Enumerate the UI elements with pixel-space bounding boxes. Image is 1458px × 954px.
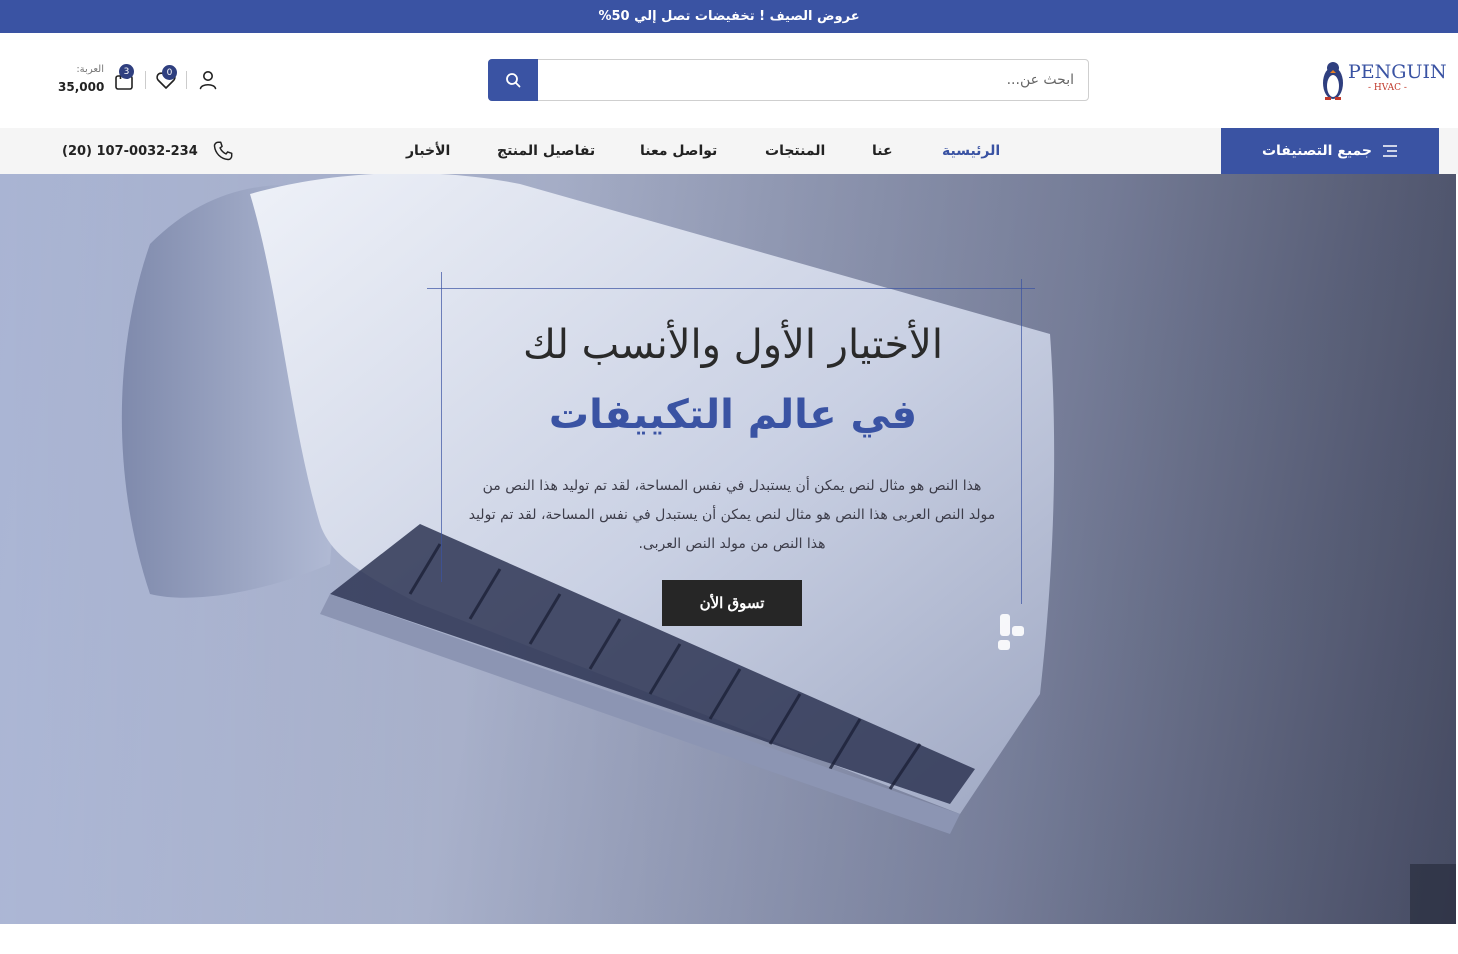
search-button[interactable] <box>488 59 538 101</box>
divider <box>186 71 187 89</box>
divider <box>145 71 146 89</box>
shop-now-button[interactable]: تسوق الأن <box>662 580 802 626</box>
nav-item-products[interactable]: المنتجات <box>765 128 825 174</box>
cart-count-badge: 3 <box>119 64 134 79</box>
all-categories-button[interactable]: جميع التصنيفات <box>1221 128 1439 174</box>
promo-bar: عروض الصيف ! تخفيضات تصل إلي 50% <box>0 0 1458 33</box>
user-icon[interactable] <box>197 69 219 91</box>
nav-item-news[interactable]: الأخبار <box>406 128 450 174</box>
cart-label: العربة: <box>76 64 104 75</box>
phone-number: (20) 107-0032-234 <box>62 143 198 159</box>
search-icon <box>506 73 521 88</box>
hero-title-line1: الأختيار الأول والأنسب لك <box>523 322 943 368</box>
logo-text: PENGUIN <box>1348 61 1447 83</box>
hero-description: هذا النص هو مثال لنص يمكن أن يستبدل في ن… <box>468 478 996 552</box>
nav-item-contact[interactable]: تواصل معنا <box>640 128 717 174</box>
promo-text: عروض الصيف ! تخفيضات تصل إلي 50% <box>598 9 860 24</box>
all-categories-label: جميع التصنيفات <box>1261 143 1373 159</box>
nav-item-product-details[interactable]: تفاصيل المنتج <box>497 128 595 174</box>
phone-contact[interactable]: (20) 107-0032-234 <box>62 128 234 174</box>
hero-title-line2: في عالم التكييفات <box>548 392 918 438</box>
nav-item-home[interactable]: الرئيسية <box>942 128 1000 174</box>
phone-icon <box>213 141 233 161</box>
search-input[interactable] <box>541 60 1086 100</box>
main-nav: جميع التصنيفات الرئيسية عنا المنتجات توا… <box>0 128 1458 174</box>
site-logo[interactable]: PENGUIN - HVAC - <box>1316 57 1447 103</box>
logo-subtitle: - HVAC - <box>1368 83 1407 93</box>
nav-item-about[interactable]: عنا <box>872 128 893 174</box>
search-bar <box>488 59 1089 101</box>
cart-total: 35,000 <box>58 80 105 94</box>
site-header: PENGUIN - HVAC - 0 3 العربة: 35,000 <box>0 33 1458 128</box>
hero-frame-line <box>427 288 1035 289</box>
hero-banner: الأختيار الأول والأنسب لك في عالم التكيي… <box>0 174 1456 924</box>
penguin-logo-icon <box>1323 62 1343 100</box>
menu-icon <box>1383 145 1398 157</box>
wishlist-count-badge: 0 <box>162 65 177 80</box>
